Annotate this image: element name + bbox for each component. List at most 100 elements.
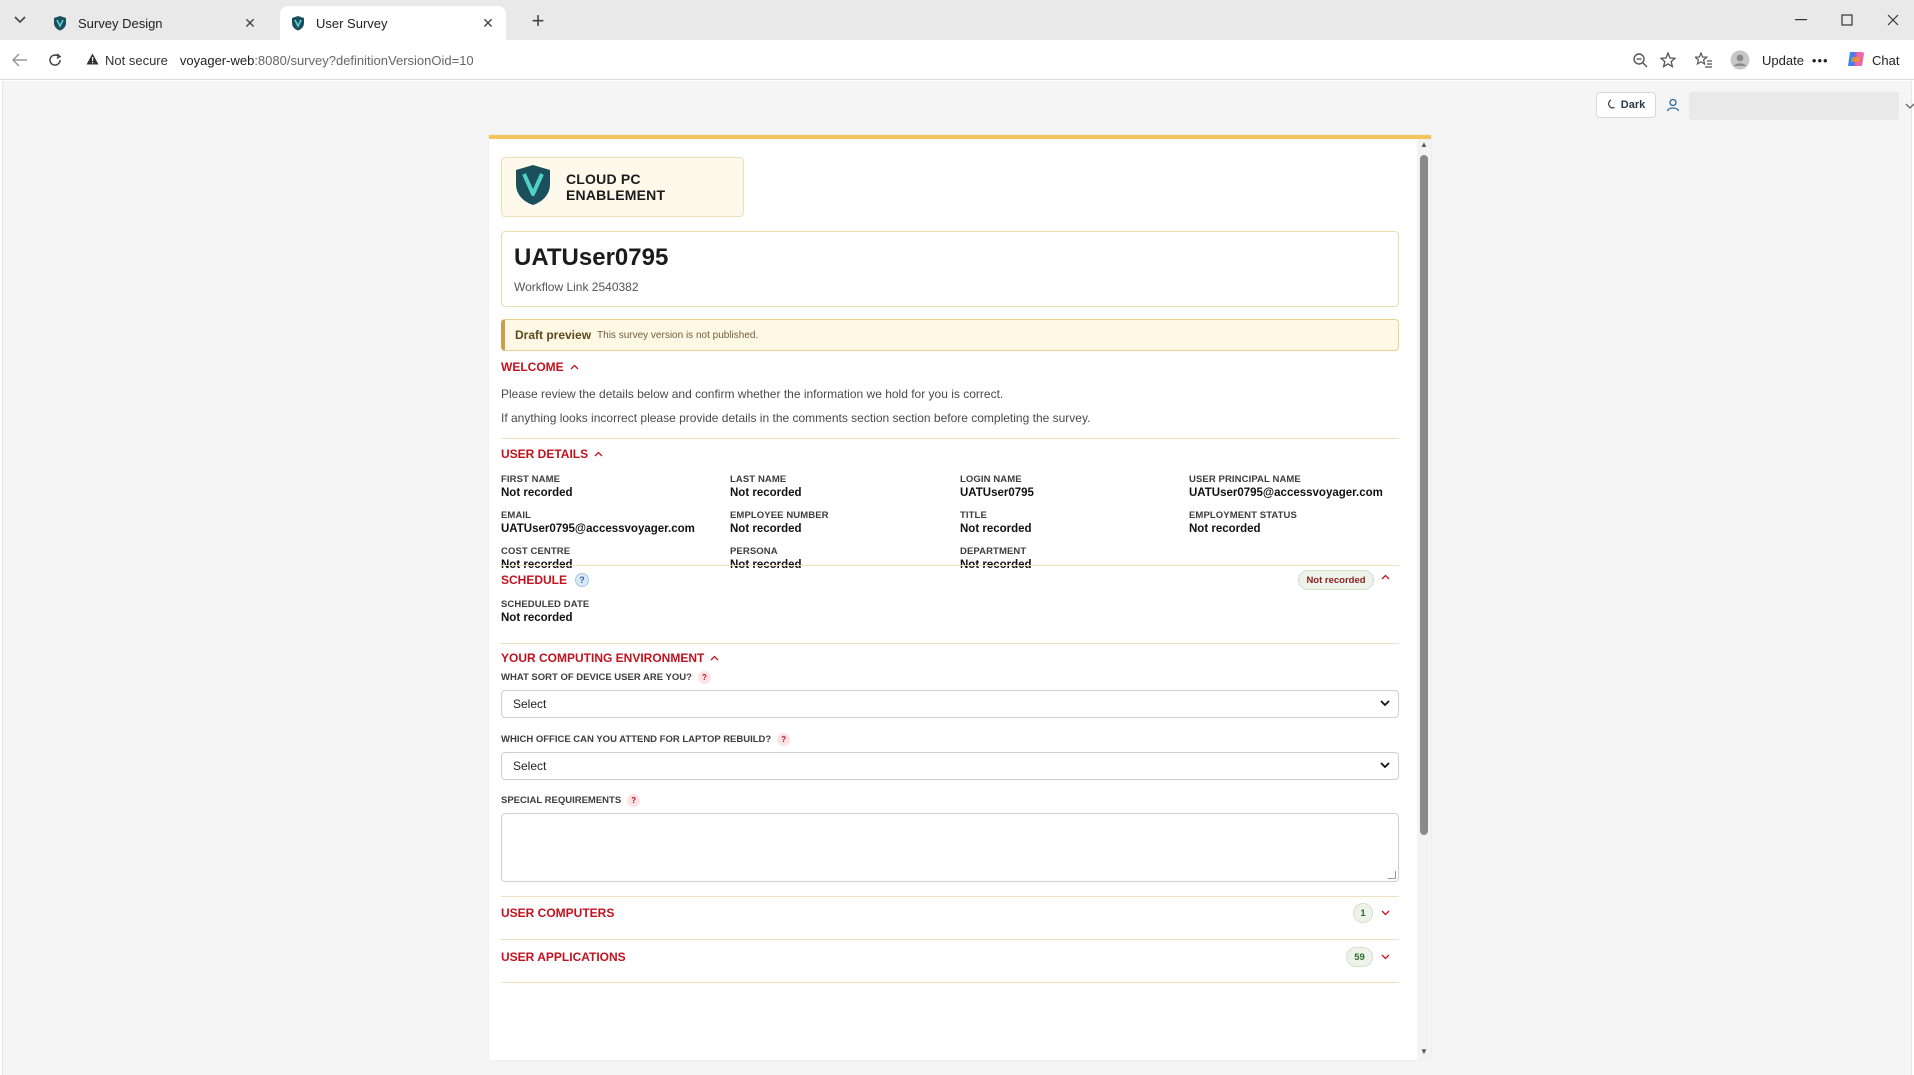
new-tab-plus-icon[interactable]: +	[526, 8, 550, 33]
divider	[501, 982, 1399, 983]
help-icon[interactable]: ?	[575, 573, 590, 587]
device-user-select[interactable]: Select	[501, 690, 1399, 718]
zoom-icon[interactable]	[1628, 48, 1652, 72]
field-value: Not recorded	[730, 523, 802, 535]
favorite-star-icon[interactable]	[1656, 48, 1680, 72]
field-label: COST CENTRE	[501, 546, 571, 557]
field-label: SCHEDULED DATE	[501, 599, 590, 610]
field-first-name: FIRST NAME Not recorded	[501, 474, 573, 499]
voyager-logo-icon	[514, 164, 552, 211]
field-label: LAST NAME	[730, 474, 787, 485]
office-select[interactable]: Select	[501, 752, 1399, 780]
field-cost-centre: COST CENTRE Not recorded	[501, 546, 573, 571]
chevron-down-icon[interactable]	[1381, 951, 1390, 963]
window-close-icon[interactable]	[1878, 8, 1908, 32]
brand-header: CLOUD PC ENABLEMENT	[501, 157, 744, 217]
user-applications-section-toggle[interactable]: USER APPLICATIONS	[501, 950, 626, 964]
profile-avatar-icon[interactable]	[1728, 48, 1752, 72]
tab-search-chevron-icon[interactable]	[8, 8, 32, 32]
divider	[501, 565, 1399, 566]
field-value: UATUser0795@accessvoyager.com	[1189, 487, 1383, 499]
close-icon[interactable]: ✕	[242, 15, 258, 31]
field-label: EMPLOYMENT STATUS	[1189, 510, 1297, 521]
browser-toolbar: Not secure voyager-web :8080/survey?defi…	[0, 40, 1914, 80]
welcome-text-1: Please review the details below and conf…	[501, 387, 1004, 401]
maximize-icon[interactable]	[1832, 8, 1862, 32]
divider	[501, 939, 1399, 940]
divider	[501, 896, 1399, 897]
chevron-down-icon	[1905, 98, 1914, 112]
update-label: Update	[1762, 52, 1804, 68]
tab-title: Survey Design	[78, 15, 163, 31]
environment-section-toggle[interactable]: YOUR COMPUTING ENVIRONMENT	[501, 651, 719, 665]
select-value: Select	[513, 759, 547, 773]
more-menu-icon[interactable]: •••	[1812, 53, 1829, 68]
copilot-icon	[1846, 49, 1866, 72]
chevron-up-icon	[594, 448, 603, 460]
field-email: EMAIL UATUser0795@accessvoyager.com	[501, 510, 695, 535]
field-persona: PERSONA Not recorded	[730, 546, 802, 571]
minimize-icon[interactable]	[1786, 8, 1816, 32]
address-bar[interactable]: Not secure voyager-web :8080/survey?defi…	[76, 45, 1696, 75]
help-icon[interactable]: ?	[777, 733, 791, 746]
schedule-status-badge: Not recorded	[1298, 570, 1374, 590]
scroll-down-arrow-icon[interactable]: ▼	[1420, 1048, 1428, 1056]
scroll-up-arrow-icon[interactable]: ▲	[1420, 141, 1428, 149]
question-label: SPECIAL REQUIREMENTS	[501, 795, 622, 806]
user-details-section-toggle[interactable]: USER DETAILS	[501, 447, 603, 461]
back-arrow-icon[interactable]	[8, 48, 32, 72]
question-label: WHAT SORT OF DEVICE USER ARE YOU?	[501, 672, 692, 683]
survey-title-box: UATUser0795 Workflow Link 2540382	[501, 231, 1399, 307]
chat-label: Chat	[1872, 52, 1900, 68]
field-value: Not recorded	[1189, 523, 1261, 535]
draft-preview-banner: Draft preview This survey version is not…	[501, 319, 1399, 351]
user-select[interactable]	[1689, 92, 1914, 120]
tab-user-survey[interactable]: User Survey ✕	[280, 6, 506, 40]
dark-mode-toggle[interactable]: Dark	[1596, 92, 1656, 118]
user-applications-heading: USER APPLICATIONS	[501, 950, 626, 964]
chevron-up-icon[interactable]	[1381, 571, 1390, 583]
field-value: Not recorded	[501, 612, 573, 624]
security-label[interactable]: Not secure	[105, 53, 168, 68]
tab-title: User Survey	[316, 15, 388, 31]
url-path: :8080/survey?definitionVersionOid=10	[254, 52, 474, 68]
field-value: UATUser0795@accessvoyager.com	[501, 523, 695, 535]
field-employee-number: EMPLOYEE NUMBER Not recorded	[730, 510, 829, 535]
field-last-name: LAST NAME Not recorded	[730, 474, 802, 499]
resize-grip-icon[interactable]	[1388, 871, 1396, 879]
special-requirements-textarea[interactable]	[501, 813, 1399, 882]
field-title: TITLE Not recorded	[960, 510, 1032, 535]
warning-triangle-icon	[86, 53, 99, 68]
user-computers-count-badge: 1	[1353, 903, 1373, 923]
reload-icon[interactable]	[43, 48, 67, 72]
favorites-list-icon[interactable]	[1692, 48, 1716, 72]
special-requirements-question: SPECIAL REQUIREMENTS ?	[501, 794, 641, 807]
field-scheduled-date: SCHEDULED DATE Not recorded	[501, 599, 589, 624]
welcome-heading: WELCOME	[501, 360, 564, 374]
welcome-section-toggle[interactable]: WELCOME	[501, 360, 579, 374]
close-icon[interactable]: ✕	[480, 15, 496, 31]
page-viewport: Dark CLOUD PC ENABLEMENT UATUser0795 Wor…	[2, 81, 1914, 1075]
help-icon[interactable]: ?	[627, 794, 641, 807]
field-login-name: LOGIN NAME UATUser0795	[960, 474, 1034, 499]
chevron-down-icon[interactable]	[1381, 907, 1390, 919]
brand-title: CLOUD PC ENABLEMENT	[566, 171, 666, 203]
scroll-thumb[interactable]	[1420, 155, 1428, 835]
chevron-up-icon	[570, 361, 579, 373]
field-label: TITLE	[960, 510, 987, 521]
user-computers-section-toggle[interactable]: USER COMPUTERS	[501, 906, 614, 920]
card-scrollbar[interactable]: ▲ ▼	[1417, 139, 1431, 1060]
field-label: FIRST NAME	[501, 474, 561, 485]
divider	[501, 643, 1399, 644]
tab-survey-design[interactable]: Survey Design ✕	[42, 6, 268, 40]
update-button[interactable]: Update •••	[1762, 48, 1829, 72]
schedule-section-toggle[interactable]: SCHEDULE ?	[501, 573, 590, 587]
survey-user-name: UATUser0795	[514, 244, 669, 271]
welcome-text-2: If anything looks incorrect please provi…	[501, 411, 1091, 425]
chevron-up-icon	[710, 652, 719, 664]
field-user-principal-name: USER PRINCIPAL NAME UATUser0795@accessvo…	[1189, 474, 1383, 499]
divider	[501, 438, 1399, 439]
user-applications-count-badge: 59	[1346, 947, 1373, 967]
help-icon[interactable]: ?	[697, 671, 711, 684]
copilot-chat-button[interactable]: Chat	[1846, 48, 1899, 72]
